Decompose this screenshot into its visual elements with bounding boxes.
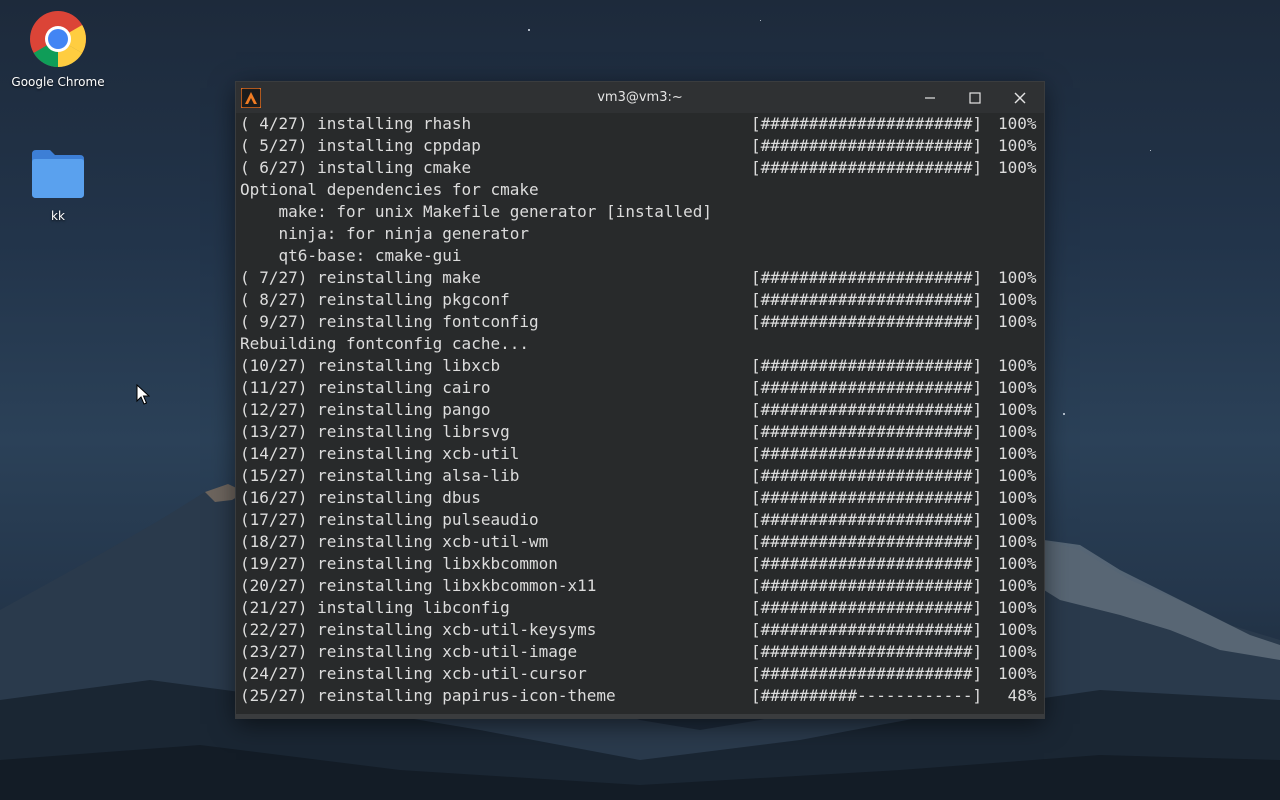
terminal-line: (21/27) installing libconfig bbox=[240, 598, 510, 617]
progress-percent: 100% bbox=[998, 664, 1037, 683]
terminal-line: make: for unix Makefile generator [insta… bbox=[240, 202, 713, 221]
terminal-line: (10/27) reinstalling libxcb bbox=[240, 356, 501, 375]
progress-percent: 100% bbox=[998, 488, 1037, 507]
progress-percent: 100% bbox=[998, 378, 1037, 397]
progress-percent: 100% bbox=[998, 312, 1037, 331]
progress-bar-text: [######################] bbox=[751, 642, 983, 661]
terminal-line: (12/27) reinstalling pango bbox=[240, 400, 491, 419]
progress-percent: 100% bbox=[998, 290, 1037, 309]
progress-bar-text: [######################] bbox=[751, 466, 983, 485]
terminal-line: ( 4/27) installing rhash bbox=[240, 114, 472, 133]
progress-bar-text: [######################] bbox=[751, 136, 983, 155]
progress-percent: 100% bbox=[998, 532, 1037, 551]
progress-percent: 100% bbox=[998, 554, 1037, 573]
desktop: Google Chrome kk vm3@vm3:~ (4/27) insta… bbox=[0, 0, 1280, 800]
progress-percent: 100% bbox=[998, 400, 1037, 419]
progress-bar-text: [######################] bbox=[751, 620, 983, 639]
terminal-line: qt6-base: cmake-gui bbox=[240, 246, 462, 265]
progress-percent: 100% bbox=[998, 422, 1037, 441]
progress-bar-text: [######################] bbox=[751, 422, 983, 441]
maximize-button[interactable] bbox=[953, 82, 997, 113]
progress-bar-text: [######################] bbox=[751, 576, 983, 595]
progress-bar-text: [######################] bbox=[751, 356, 983, 375]
terminal-line: ( 5/27) installing cppdap bbox=[240, 136, 481, 155]
progress-percent: 100% bbox=[998, 444, 1037, 463]
maximize-icon bbox=[969, 91, 981, 104]
terminal-output[interactable]: ( 4/27) installing rhash [###############… bbox=[236, 113, 1044, 716]
terminal-line: (24/27) reinstalling xcb-util-cursor bbox=[240, 664, 587, 683]
minimize-button[interactable] bbox=[908, 82, 952, 113]
desktop-icon-kk-folder[interactable]: kk bbox=[3, 146, 113, 223]
terminal-line: (19/27) reinstalling libxkbcommon bbox=[240, 554, 558, 573]
window-titlebar[interactable]: vm3@vm3:~ bbox=[236, 82, 1044, 113]
close-button[interactable] bbox=[998, 82, 1042, 113]
terminal-line: (23/27) reinstalling xcb-util-image bbox=[240, 642, 578, 661]
progress-bar-text: [######################] bbox=[751, 158, 983, 177]
terminal-line: Rebuilding fontconfig cache... bbox=[240, 334, 529, 353]
desktop-icon-google-chrome[interactable]: Google Chrome bbox=[3, 10, 113, 89]
star bbox=[1150, 150, 1151, 151]
desktop-icon-label: kk bbox=[51, 209, 65, 223]
star bbox=[528, 29, 530, 31]
progress-bar-text: [######################] bbox=[751, 268, 983, 287]
terminal-line: (18/27) reinstalling xcb-util-wm bbox=[240, 532, 549, 551]
progress-percent: 100% bbox=[998, 114, 1037, 133]
star bbox=[1063, 413, 1065, 415]
terminal-line: ( 6/27) installing cmake bbox=[240, 158, 472, 177]
progress-percent: 100% bbox=[998, 642, 1037, 661]
progress-percent: 48% bbox=[998, 686, 1037, 705]
terminal-line: Optional dependencies for cmake bbox=[240, 180, 539, 199]
terminal-line: (16/27) reinstalling dbus bbox=[240, 488, 481, 507]
terminal-line: ( 8/27) reinstalling pkgconf bbox=[240, 290, 510, 309]
minimize-icon bbox=[925, 96, 935, 99]
progress-bar-text: [######################] bbox=[751, 312, 983, 331]
progress-percent: 100% bbox=[998, 598, 1037, 617]
terminal-line: ninja: for ninja generator bbox=[240, 224, 529, 243]
terminal-line: (11/27) reinstalling cairo bbox=[240, 378, 491, 397]
mouse-cursor-icon bbox=[136, 384, 150, 405]
terminal-line: (22/27) reinstalling xcb-util-keysyms bbox=[240, 620, 597, 639]
progress-percent: 100% bbox=[998, 268, 1037, 287]
progress-bar-text: [######################] bbox=[751, 510, 983, 529]
progress-percent: 100% bbox=[998, 356, 1037, 375]
progress-percent: 100% bbox=[998, 510, 1037, 529]
star bbox=[760, 20, 761, 21]
terminal-line: (15/27) reinstalling alsa-lib bbox=[240, 466, 520, 485]
progress-bar-text: [######################] bbox=[751, 114, 983, 133]
terminal-line: ( 7/27) reinstalling make bbox=[240, 268, 481, 287]
progress-bar-text: [######################] bbox=[751, 290, 983, 309]
close-icon bbox=[1014, 92, 1026, 103]
progress-bar-text: [######################] bbox=[751, 598, 983, 617]
progress-bar-text: [######################] bbox=[751, 664, 983, 683]
progress-bar-text: [######################] bbox=[751, 444, 983, 463]
terminal-line: (20/27) reinstalling libxkbcommon-x11 bbox=[240, 576, 597, 595]
terminal-bottom-edge bbox=[236, 714, 1044, 718]
progress-bar-text: [######################] bbox=[751, 532, 983, 551]
terminal-line: (25/27) reinstalling papirus-icon-theme bbox=[240, 686, 616, 705]
terminal-window[interactable]: vm3@vm3:~ ( 4/27) installing rhash [#####… bbox=[236, 82, 1044, 718]
progress-percent: 100% bbox=[998, 576, 1037, 595]
progress-percent: 100% bbox=[998, 620, 1037, 639]
terminal-line: ( 9/27) reinstalling fontconfig bbox=[240, 312, 539, 331]
progress-bar-text: [######################] bbox=[751, 488, 983, 507]
terminal-line: (13/27) reinstalling librsvg bbox=[240, 422, 510, 441]
progress-bar-text: [##########------------] bbox=[751, 686, 983, 705]
progress-percent: 100% bbox=[998, 136, 1037, 155]
terminal-line: (17/27) reinstalling pulseaudio bbox=[240, 510, 539, 529]
progress-bar-text: [######################] bbox=[751, 400, 983, 419]
progress-bar-text: [######################] bbox=[751, 378, 983, 397]
chrome-icon bbox=[30, 11, 86, 67]
terminal-line: (14/27) reinstalling xcb-util bbox=[240, 444, 520, 463]
desktop-icon-label: Google Chrome bbox=[11, 75, 105, 89]
progress-percent: 100% bbox=[998, 466, 1037, 485]
folder-icon bbox=[32, 150, 84, 198]
progress-percent: 100% bbox=[998, 158, 1037, 177]
progress-bar-text: [######################] bbox=[751, 554, 983, 573]
